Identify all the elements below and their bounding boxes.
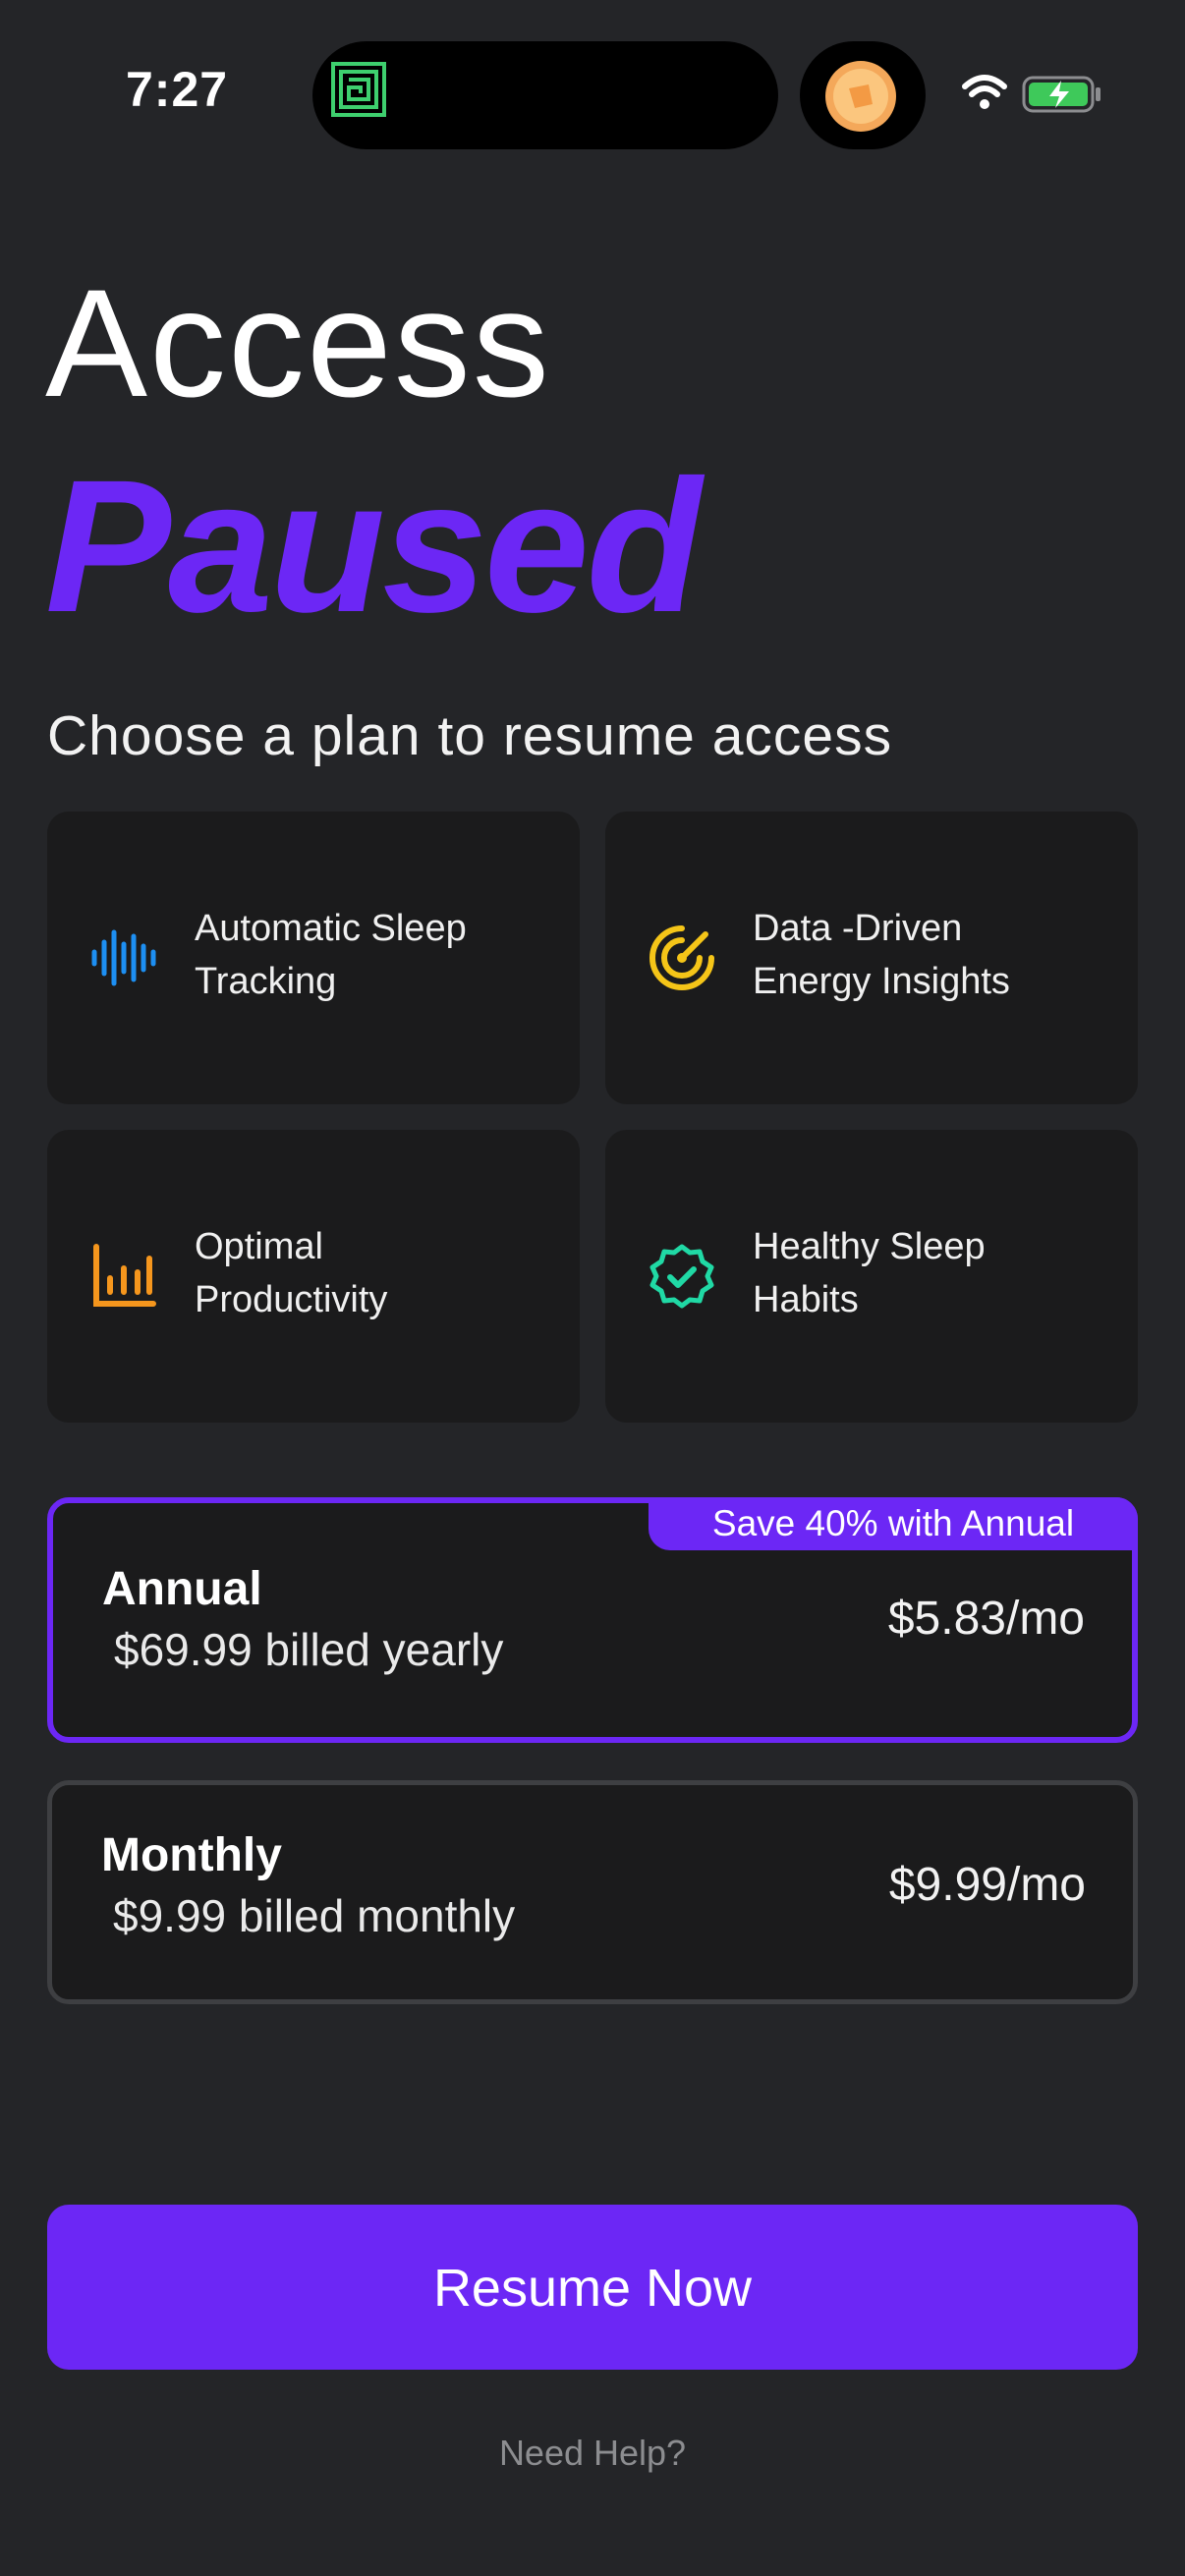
plan-option-monthly[interactable]: Monthly $9.99 billed monthly $9.99/mo <box>47 1780 1138 2004</box>
plan-name: Annual <box>102 1563 262 1615</box>
feature-card-sleep-habits: Healthy Sleep Habits <box>605 1130 1138 1423</box>
feature-card-energy-insights: Data -Driven Energy Insights <box>605 812 1138 1104</box>
feature-card-sleep-tracking: Automatic Sleep Tracking <box>47 812 580 1104</box>
radar-icon <box>649 925 714 990</box>
status-time: 7:27 <box>126 62 229 117</box>
app-notification-icon <box>331 62 386 117</box>
need-help-link[interactable]: Need Help? <box>0 2433 1185 2474</box>
plan-option-annual[interactable]: Save 40% with Annual Annual $69.99 bille… <box>47 1497 1138 1743</box>
plan-price: $5.83/mo <box>887 1593 1085 1645</box>
plan-billing: $69.99 billed yearly <box>114 1624 504 1675</box>
coin-icon <box>825 61 896 132</box>
feature-label: Data -Driven Energy Insights <box>753 908 1010 1002</box>
plan-price: $9.99/mo <box>888 1859 1086 1911</box>
headline-access: Access <box>45 258 551 429</box>
subtitle: Choose a plan to resume access <box>47 704 893 767</box>
wifi-icon <box>962 75 1007 109</box>
save-badge: Save 40% with Annual <box>649 1497 1138 1550</box>
bar-chart-icon <box>93 1244 156 1307</box>
headline-paused: Paused <box>45 440 702 651</box>
plan-name: Monthly <box>101 1829 282 1881</box>
resume-now-button[interactable]: Resume Now <box>47 2205 1138 2370</box>
feature-label: Optimal Productivity <box>195 1226 388 1320</box>
feature-card-productivity: Optimal Productivity <box>47 1130 580 1423</box>
verified-badge-icon <box>649 1244 714 1309</box>
waveform-icon <box>91 929 156 986</box>
battery-icon <box>1022 76 1100 113</box>
plan-billing: $9.99 billed monthly <box>113 1890 516 1941</box>
feature-label: Automatic Sleep Tracking <box>195 908 467 1002</box>
feature-label: Healthy Sleep Habits <box>753 1226 986 1320</box>
